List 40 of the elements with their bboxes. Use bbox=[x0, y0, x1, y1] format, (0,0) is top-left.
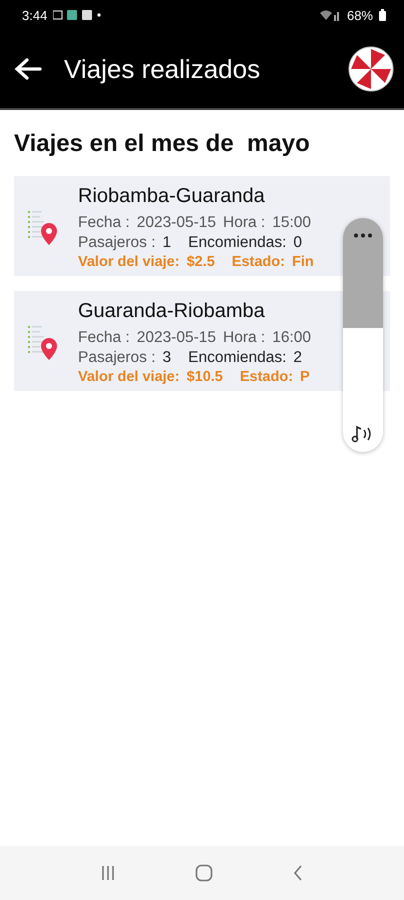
home-icon[interactable] bbox=[194, 864, 213, 882]
time-value: 16:00 bbox=[272, 328, 312, 346]
value-label: Valor del viaje: bbox=[78, 254, 180, 270]
month-heading: Viajes en el mes de mayo bbox=[14, 130, 311, 158]
notification-icons bbox=[53, 10, 102, 20]
status-time: 3:44 bbox=[22, 8, 48, 22]
date-label: Fecha : bbox=[78, 214, 130, 232]
passengers-value: 3 bbox=[162, 348, 172, 366]
trip-value: $10.5 bbox=[186, 368, 223, 384]
back-icon[interactable] bbox=[292, 865, 304, 881]
trip-status: P bbox=[300, 368, 310, 384]
date-label: Fecha : bbox=[78, 328, 130, 346]
battery-icon bbox=[379, 9, 386, 21]
trip-value: $2.5 bbox=[186, 254, 215, 270]
parcels-label: Encomiendas: bbox=[188, 234, 286, 252]
passengers-value: 1 bbox=[162, 234, 172, 252]
signal-icon bbox=[318, 9, 341, 21]
battery-level: 68% bbox=[346, 8, 373, 22]
time-label: Hora : bbox=[223, 328, 266, 346]
status-label: Estado: bbox=[232, 254, 285, 270]
recent-apps-icon[interactable] bbox=[100, 865, 116, 881]
screen-title: Viajes realizados bbox=[64, 54, 262, 84]
date-value: 2023-05-15 bbox=[136, 214, 216, 232]
status-label: Estado: bbox=[240, 368, 294, 384]
umbrella-logo-icon bbox=[348, 46, 394, 92]
passengers-label: Pasajeros : bbox=[78, 234, 156, 252]
parcels-value: 2 bbox=[293, 348, 302, 366]
time-label: Hora : bbox=[223, 214, 266, 232]
time-value: 15:00 bbox=[272, 214, 312, 232]
trip-card[interactable]: Riobamba-Guaranda Fecha : 2023-05-15 Hora : 15:00 Pasajeros : 1 Encomiendas: 0 Valor del viaje: $2.5 Estado: Fin bbox=[14, 176, 390, 276]
parcels-label: Encomiendas: bbox=[188, 348, 286, 366]
trip-route: Guaranda-Riobamba bbox=[78, 300, 266, 322]
back-arrow-icon[interactable] bbox=[14, 57, 42, 81]
passengers-label: Pasajeros : bbox=[78, 348, 156, 366]
value-label: Valor del viaje: bbox=[78, 368, 180, 384]
trip-status: Fin bbox=[292, 254, 314, 270]
trip-route: Riobamba-Guaranda bbox=[78, 184, 266, 208]
more-icon[interactable] bbox=[353, 233, 373, 238]
date-value: 2023-05-15 bbox=[136, 328, 216, 346]
parcels-value: 0 bbox=[293, 234, 302, 252]
